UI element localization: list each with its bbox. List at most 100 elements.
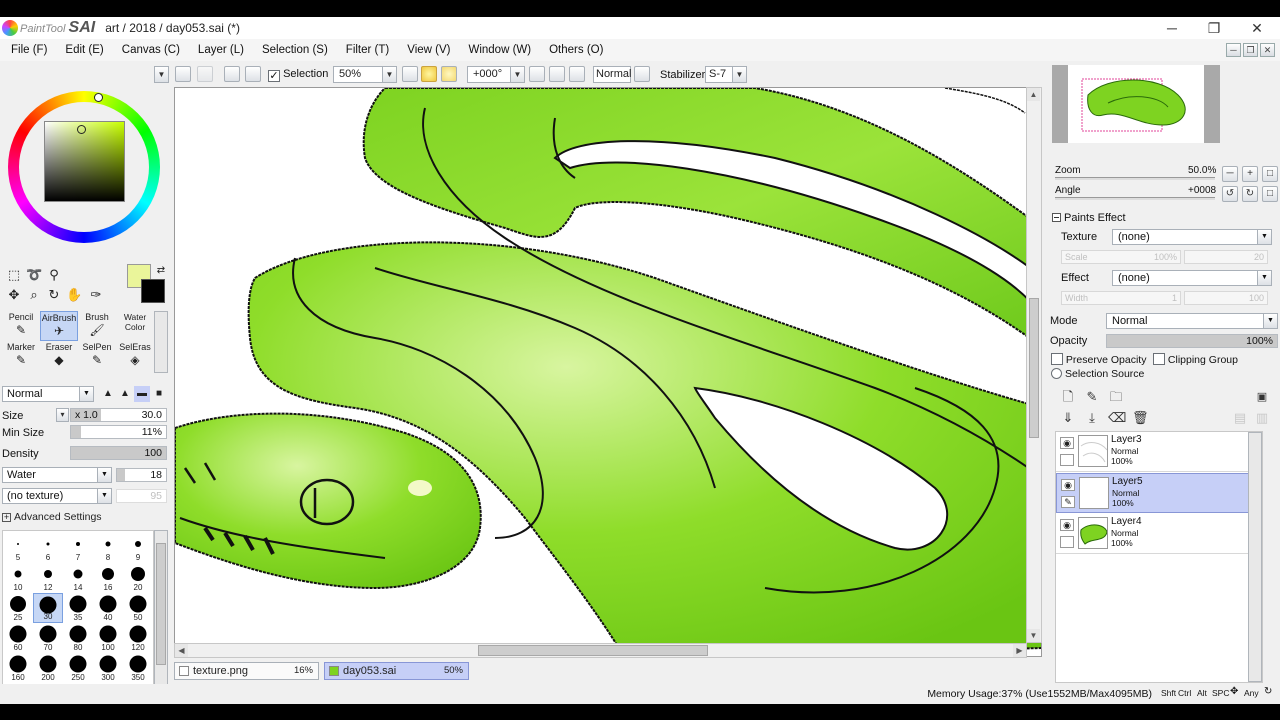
brush-size-cell[interactable]: 25 bbox=[3, 593, 33, 623]
swap-colors-icon[interactable]: ⇄ bbox=[153, 263, 169, 279]
nav-angle-slider[interactable] bbox=[1055, 197, 1215, 200]
nav-rotate-ccw-icon[interactable]: ↺ bbox=[1222, 186, 1238, 202]
layer-mode-select[interactable]: Normal ▼ bbox=[1106, 313, 1278, 329]
flip-icon[interactable] bbox=[634, 66, 650, 82]
layer-item[interactable]: ◉ Layer4 Normal 100% bbox=[1056, 514, 1262, 554]
new-folder-icon[interactable]: 🗀 bbox=[1108, 389, 1124, 405]
menu-window[interactable]: Window (W) bbox=[459, 44, 540, 56]
nav-rotate-reset-icon[interactable]: □ bbox=[1262, 186, 1278, 202]
zoom-out-icon[interactable] bbox=[402, 66, 418, 82]
brush-size-cell[interactable]: 7 bbox=[63, 533, 93, 563]
brush-size-cell[interactable]: 50 bbox=[123, 593, 153, 623]
mdi-close-icon[interactable]: ✕ bbox=[1260, 43, 1275, 57]
clipping-group-checkbox[interactable] bbox=[1153, 353, 1165, 365]
nav-rotate-cw-icon[interactable]: ↻ bbox=[1242, 186, 1258, 202]
selection-source-radio[interactable] bbox=[1051, 368, 1062, 379]
texture-select[interactable]: (none) ▼ bbox=[1112, 229, 1272, 245]
scroll-down-icon[interactable]: ▼ bbox=[1027, 629, 1040, 642]
clipping-group-toggle[interactable]: Clipping Group bbox=[1153, 353, 1238, 366]
delete-layer-icon[interactable]: 🗑 bbox=[1132, 410, 1149, 426]
vertical-scroll-thumb[interactable] bbox=[1029, 298, 1039, 438]
brush-texture-slider[interactable]: 95 bbox=[116, 489, 167, 503]
effect-select[interactable]: (none) ▼ bbox=[1112, 270, 1272, 286]
undo-icon[interactable] bbox=[175, 66, 191, 82]
layer-mask-icon[interactable]: ▤ bbox=[1232, 410, 1248, 426]
zoom-icon[interactable]: ⌕ bbox=[26, 287, 42, 303]
menu-view[interactable]: View (V) bbox=[398, 44, 459, 56]
merge-down-icon[interactable]: ⤓ bbox=[1084, 410, 1100, 426]
water-slider[interactable]: 18 bbox=[116, 468, 167, 482]
visibility-eye-icon[interactable]: ◉ bbox=[1060, 519, 1074, 531]
tool-pencil[interactable]: Pencil ✎ bbox=[2, 311, 40, 341]
brush-size-cell[interactable]: 200 bbox=[33, 653, 63, 683]
layer-list-scrollbar[interactable] bbox=[1248, 432, 1262, 682]
canvas-vertical-scrollbar[interactable]: ▲ ▼ bbox=[1026, 87, 1042, 643]
doc-tab-texture[interactable]: texture.png 16% bbox=[174, 662, 319, 680]
layer-opacity-slider[interactable]: 100% bbox=[1106, 334, 1278, 348]
horizontal-scroll-thumb[interactable] bbox=[478, 645, 708, 656]
advanced-settings-toggle[interactable]: + Advanced Settings bbox=[2, 511, 102, 523]
clear-layer-icon[interactable]: ⌫ bbox=[1108, 410, 1126, 426]
lasso-icon[interactable]: ➰ bbox=[26, 267, 42, 283]
brush-size-cell[interactable]: 350 bbox=[123, 653, 153, 683]
menu-layer[interactable]: Layer (L) bbox=[189, 44, 253, 56]
water-select[interactable]: Water ▼ bbox=[2, 467, 112, 483]
brush-size-cell[interactable]: 9 bbox=[123, 533, 153, 563]
preserve-opacity-checkbox[interactable] bbox=[1051, 353, 1063, 365]
hue-marker[interactable] bbox=[94, 93, 103, 102]
zoom-field[interactable]: 50% bbox=[333, 66, 383, 83]
menu-edit[interactable]: Edit (E) bbox=[56, 44, 112, 56]
scroll-up-icon[interactable]: ▲ bbox=[1027, 88, 1040, 101]
navigator-preview[interactable] bbox=[1052, 65, 1220, 143]
brush-size-cell[interactable]: 5 bbox=[3, 533, 33, 563]
nav-zoom-out-icon[interactable]: ─ bbox=[1222, 166, 1238, 182]
brush-size-cell[interactable]: 120 bbox=[123, 623, 153, 653]
tool-airbrush[interactable]: AirBrush ✈ bbox=[40, 311, 78, 341]
apply-mask-icon[interactable]: ▥ bbox=[1254, 410, 1270, 426]
layer-item-selected[interactable]: ◉ ✎ Layer5 Normal 100% bbox=[1056, 473, 1262, 513]
doc-tab-day053[interactable]: day053.sai 50% bbox=[324, 662, 469, 680]
brush-size-cell[interactable]: 300 bbox=[93, 653, 123, 683]
zoom-reset-icon[interactable] bbox=[441, 66, 457, 82]
rotate-icon[interactable]: ↻ bbox=[46, 287, 62, 303]
visibility-eye-icon[interactable]: ◉ bbox=[1060, 437, 1074, 449]
brush-texture-select[interactable]: (no texture) ▼ bbox=[2, 488, 112, 504]
brush-shape-soft-icon[interactable]: ▬ bbox=[134, 386, 150, 402]
tool-brush[interactable]: Brush 🖌 bbox=[78, 311, 116, 341]
size-multiplier-icon[interactable]: ▾ bbox=[56, 408, 69, 422]
selection-source-toggle[interactable]: Selection Source bbox=[1051, 368, 1144, 380]
invert-selection-icon[interactable] bbox=[245, 66, 261, 82]
min-size-slider[interactable]: 11% bbox=[70, 425, 167, 439]
magic-wand-icon[interactable]: ⚲ bbox=[46, 267, 62, 283]
stabilizer-field[interactable]: S-7 bbox=[705, 66, 733, 83]
rotate-cw-icon[interactable] bbox=[549, 66, 565, 82]
scroll-right-icon[interactable]: ▶ bbox=[1013, 644, 1026, 657]
density-slider[interactable]: 100 bbox=[70, 446, 167, 460]
size-slider[interactable]: x 1.0 30.0 bbox=[70, 408, 167, 422]
paints-effect-header[interactable]: Paints Effect bbox=[1052, 212, 1126, 224]
canvas-horizontal-scrollbar[interactable]: ◀ ▶ bbox=[174, 643, 1027, 658]
menu-canvas[interactable]: Canvas (C) bbox=[113, 44, 189, 56]
background-color-swatch[interactable] bbox=[141, 279, 165, 303]
rect-select-icon[interactable]: ⬚ bbox=[6, 267, 22, 283]
brush-size-cell[interactable]: 6 bbox=[33, 533, 63, 563]
stabilizer-dropdown-icon[interactable]: ▼ bbox=[732, 66, 747, 83]
layer-edit-pen-icon[interactable]: ✎ bbox=[1061, 496, 1075, 508]
brush-shape-sharp-icon[interactable]: ▲ bbox=[100, 386, 116, 402]
brush-size-cell[interactable]: 40 bbox=[93, 593, 123, 623]
brush-size-cell[interactable]: 8 bbox=[93, 533, 123, 563]
sv-marker[interactable] bbox=[77, 125, 86, 134]
color-wheel[interactable] bbox=[8, 91, 160, 243]
selection-toggle[interactable]: ✓ Selection bbox=[268, 68, 328, 82]
rotate-reset-icon[interactable] bbox=[569, 66, 585, 82]
selection-checkbox[interactable]: ✓ bbox=[268, 70, 280, 82]
brush-size-cell[interactable]: 160 bbox=[3, 653, 33, 683]
nav-zoom-reset-icon[interactable]: □ bbox=[1262, 166, 1278, 182]
brush-size-cell[interactable]: 250 bbox=[63, 653, 93, 683]
brush-size-cell[interactable]: 30 bbox=[33, 593, 63, 623]
layer-item[interactable]: ◉ Layer3 Normal 100% bbox=[1056, 432, 1262, 472]
rotation-dropdown-icon[interactable]: ▼ bbox=[510, 66, 525, 83]
brush-size-cell[interactable]: 10 bbox=[3, 563, 33, 593]
redo-icon[interactable] bbox=[197, 66, 213, 82]
brush-shape-medium-icon[interactable]: ▲ bbox=[117, 386, 133, 402]
